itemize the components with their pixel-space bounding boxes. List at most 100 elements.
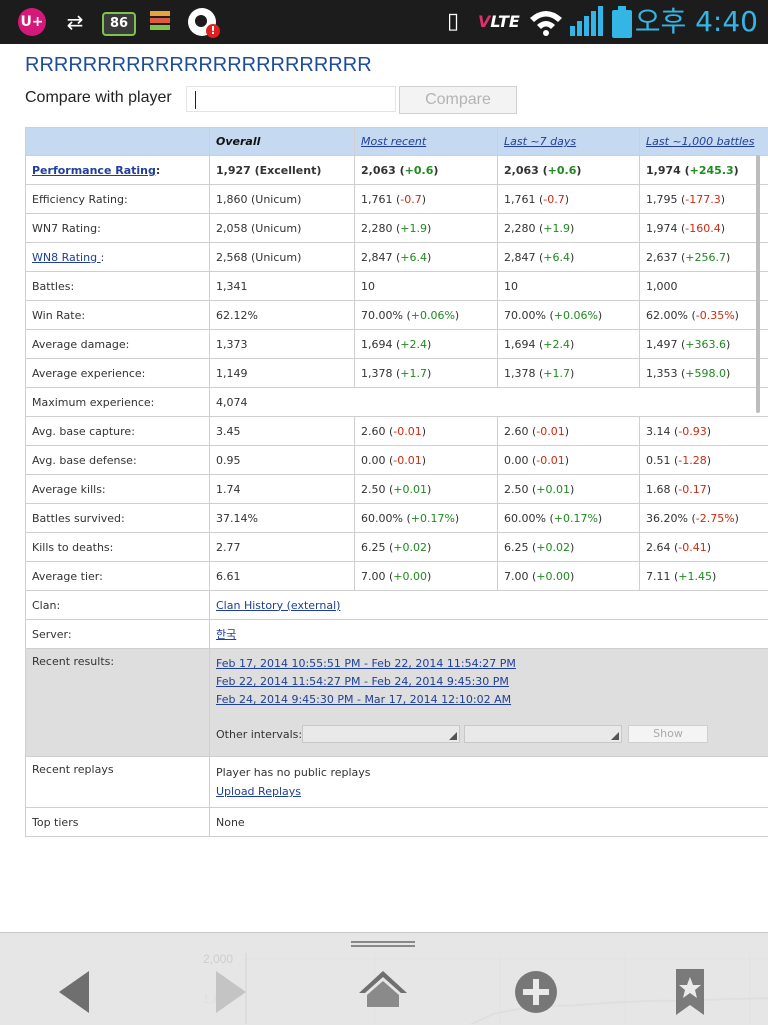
row-label: Avg. base defense:: [26, 446, 210, 475]
stat-cell: 2,280 (+1.9): [355, 214, 498, 243]
table-row: Average damage:1,3731,694 (+2.4)1,694 (+…: [26, 330, 768, 359]
header-most-recent-link[interactable]: Most recent: [361, 135, 426, 148]
stat-cell: 1,860 (Unicum): [210, 185, 355, 214]
stat-cell: 1,974 (+245.3): [640, 156, 768, 185]
interval-start-select[interactable]: [302, 725, 460, 743]
stat-value: 70.00%: [361, 309, 406, 322]
stat-cell: 6.25 (+0.02): [498, 533, 640, 562]
stat-value: 1.68: [646, 483, 674, 496]
compare-button[interactable]: Compare: [399, 86, 517, 114]
stat-delta: +0.00: [536, 570, 570, 583]
table-row: Battles survived:37.14%60.00% (+0.17%)60…: [26, 504, 768, 533]
stat-value: 0.95: [216, 454, 241, 467]
clan-history-link[interactable]: Clan History (external): [216, 599, 340, 612]
stat-delta: -0.01: [393, 454, 421, 467]
add-tab-icon[interactable]: [506, 963, 566, 1019]
stat-value: 1,974: [646, 164, 685, 177]
header-overall: Overall: [210, 128, 355, 156]
upload-replays-link[interactable]: Upload Replays: [216, 782, 768, 801]
stat-delta: -2.75%: [696, 512, 735, 525]
table-row: Battles:1,34110101,000: [26, 272, 768, 301]
header-last-7-days[interactable]: Last ~7 days: [498, 128, 640, 156]
stat-cell: 2.77: [210, 533, 355, 562]
stat-delta: +6.4: [543, 251, 570, 264]
stats-extra: Clan: Clan History (external) Server: 한국…: [26, 591, 768, 837]
stat-value: 1,341: [216, 280, 248, 293]
stat-value: 2,280: [361, 222, 396, 235]
rating-link[interactable]: Performance Rating: [32, 164, 156, 177]
header-most-recent[interactable]: Most recent: [355, 128, 498, 156]
stat-value: 70.00%: [504, 309, 549, 322]
back-icon[interactable]: [45, 963, 105, 1019]
recent-result-link[interactable]: Feb 22, 2014 11:54:27 PM - Feb 24, 2014 …: [216, 673, 768, 691]
stat-delta: +0.6: [548, 164, 577, 177]
stat-cell: 4,074: [210, 388, 768, 417]
table-scrollbar[interactable]: [756, 155, 760, 413]
recent-result-link[interactable]: Feb 24, 2014 9:45:30 PM - Mar 17, 2014 1…: [216, 691, 768, 709]
stat-cell: 2.60 (-0.01): [355, 417, 498, 446]
stat-cell: 1,927 (Excellent): [210, 156, 355, 185]
header-last-1000-battles[interactable]: Last ~1,000 battles: [640, 128, 768, 156]
stat-cell: 2.64 (-0.41): [640, 533, 768, 562]
dropdown-arrow-icon: [449, 732, 457, 740]
stat-value: 1,000: [646, 280, 678, 293]
battery-icon: [612, 6, 632, 38]
row-label: Avg. base capture:: [26, 417, 210, 446]
compare-player-input[interactable]: [186, 86, 396, 112]
other-intervals-label: Other intervals:: [216, 728, 302, 741]
stat-delta: +1.9: [400, 222, 427, 235]
row-label: Average tier:: [26, 562, 210, 591]
stat-value: 1,860 (Unicum): [216, 193, 301, 206]
row-label[interactable]: Performance Rating:: [26, 156, 210, 185]
header-last-1000-link[interactable]: Last ~1,000 battles: [646, 135, 755, 148]
table-row: Avg. base defense:0.950.00 (-0.01)0.00 (…: [26, 446, 768, 475]
forward-icon[interactable]: [200, 963, 260, 1019]
bookmark-icon[interactable]: [660, 963, 720, 1019]
stat-cell: 1,149: [210, 359, 355, 388]
table-row: Kills to deaths:2.776.25 (+0.02)6.25 (+0…: [26, 533, 768, 562]
stat-delta: -177.3: [685, 193, 720, 206]
row-label: Server:: [26, 620, 210, 649]
home-icon[interactable]: [353, 963, 413, 1019]
table-row: WN8 Rating :2,568 (Unicum)2,847 (+6.4)2,…: [26, 243, 768, 272]
stat-value: 2,637: [646, 251, 681, 264]
rating-link[interactable]: WN8 Rating: [32, 251, 101, 264]
show-button[interactable]: Show: [628, 725, 708, 743]
stat-value: 1,694: [361, 338, 396, 351]
battery-badge-icon: 86: [102, 12, 136, 36]
stat-delta: -1.28: [678, 454, 706, 467]
toolbar-drag-handle[interactable]: [351, 941, 415, 948]
table-row: Average tier:6.617.00 (+0.00)7.00 (+0.00…: [26, 562, 768, 591]
stat-cell: 1,341: [210, 272, 355, 301]
stats-body: Performance Rating: 1,927 (Excellent) 2,06…: [26, 156, 768, 591]
stat-cell: 2,058 (Unicum): [210, 214, 355, 243]
stat-value: 1,149: [216, 367, 248, 380]
stat-value: 1,761: [361, 193, 396, 206]
server-link[interactable]: 한국: [216, 628, 236, 641]
stat-cell: 7.11 (+1.45): [640, 562, 768, 591]
stat-cell: 70.00% (+0.06%): [498, 301, 640, 330]
web-page[interactable]: RRRRRRRRRRRRRRRRRRRRRRRR Compare with pl…: [0, 44, 768, 1024]
row-label[interactable]: WN8 Rating :: [26, 243, 210, 272]
uplus-icon: U+: [18, 8, 46, 36]
stacked-bars-icon: [150, 11, 170, 33]
stats-header-row: Overall Most recent Last ~7 days Last ~1…: [26, 128, 768, 156]
interval-end-select[interactable]: [464, 725, 622, 743]
stat-value: 0.00: [361, 454, 389, 467]
table-row: Avg. base capture:3.452.60 (-0.01)2.60 (…: [26, 417, 768, 446]
recent-replays-row: Recent replays Player has no public repl…: [26, 757, 768, 808]
stat-cell: 1,497 (+363.6): [640, 330, 768, 359]
stat-delta: +1.7: [543, 367, 570, 380]
header-last-7-days-link[interactable]: Last ~7 days: [504, 135, 576, 148]
stat-delta: +0.17%: [411, 512, 455, 525]
stat-value: 2,063: [361, 164, 400, 177]
stat-delta: +598.0: [685, 367, 726, 380]
table-row: Win Rate:62.12%70.00% (+0.06%)70.00% (+0…: [26, 301, 768, 330]
stat-value: 1,927 (Excellent): [216, 164, 321, 177]
stat-value: 1,974: [646, 222, 681, 235]
stat-cell: 1,378 (+1.7): [355, 359, 498, 388]
stat-cell: 70.00% (+0.06%): [355, 301, 498, 330]
stat-cell: 0.00 (-0.01): [355, 446, 498, 475]
recent-result-link[interactable]: Feb 17, 2014 10:55:51 PM - Feb 22, 2014 …: [216, 655, 768, 673]
recent-results-cell: Feb 17, 2014 10:55:51 PM - Feb 22, 2014 …: [210, 649, 768, 757]
